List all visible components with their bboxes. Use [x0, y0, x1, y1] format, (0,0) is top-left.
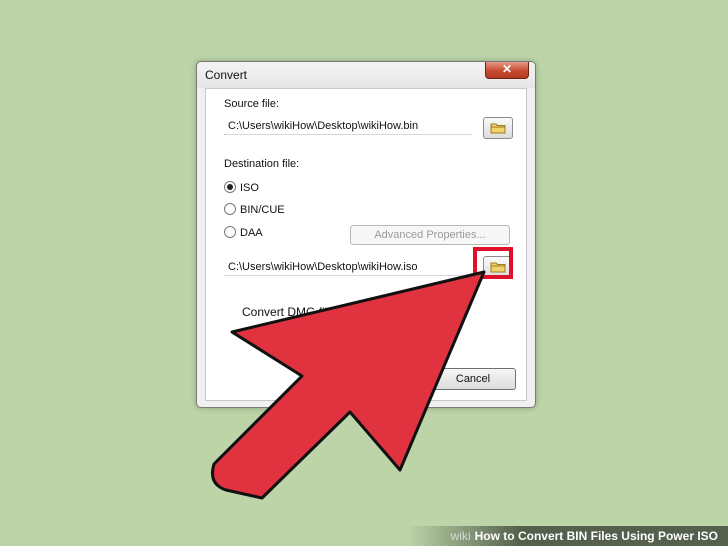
article-title: How to Convert BIN Files Using Power ISO — [474, 529, 718, 543]
footer-caption: wiki How to Convert BIN Files Using Power… — [408, 526, 728, 546]
watermark: wiki — [450, 529, 471, 543]
pointer-arrow-icon — [211, 270, 486, 500]
